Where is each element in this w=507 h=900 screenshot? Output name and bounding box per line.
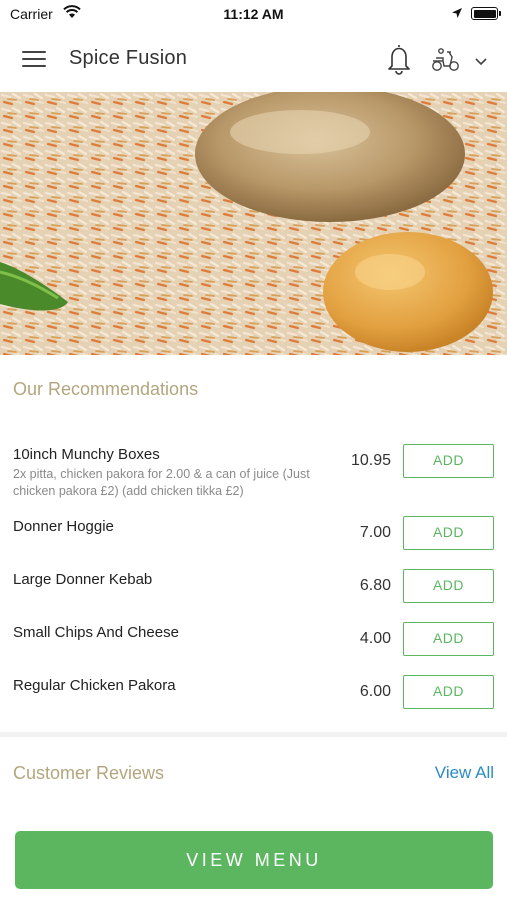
section-divider [0, 732, 507, 737]
delivery-scooter-icon [432, 48, 459, 71]
clock-time: 11:12 AM [223, 6, 284, 22]
status-bar: Carrier 11:12 AM [0, 0, 507, 28]
reviews-heading: Customer Reviews [13, 763, 165, 783]
battery-icon [471, 7, 501, 20]
menu-item-name: 10inch Munchy Boxes [13, 446, 160, 463]
menu-item-name: Small Chips And Cheese [13, 624, 179, 641]
menu-item-price: 6.80 [359, 577, 391, 594]
bell-icon[interactable] [384, 42, 414, 76]
menu-item-name: Donner Hoggie [13, 518, 114, 535]
add-to-cart-button[interactable]: ADD [403, 675, 494, 709]
add-to-cart-button[interactable]: ADD [403, 569, 494, 603]
add-to-cart-button[interactable]: ADD [403, 444, 494, 478]
chevron-down-icon [475, 58, 487, 66]
menu-item-price: 7.00 [359, 524, 391, 541]
recommendations-heading: Our Recommendations [13, 379, 199, 399]
hero-food-image [0, 92, 507, 355]
menu-icon[interactable] [22, 50, 48, 70]
location-arrow-icon [451, 6, 463, 22]
add-to-cart-button[interactable]: ADD [403, 516, 494, 550]
menu-item-price: 4.00 [359, 630, 391, 647]
restaurant-title: Spice Fusion [69, 47, 188, 69]
menu-item-price: 10.95 [350, 452, 391, 469]
view-all-reviews-link[interactable]: View All [435, 763, 494, 783]
delivery-mode-selector[interactable] [430, 46, 490, 74]
menu-item-name: Regular Chicken Pakora [13, 677, 176, 694]
app-header: Spice Fusion [0, 28, 507, 92]
view-menu-button[interactable]: VIEW MENU [15, 831, 493, 889]
add-to-cart-button[interactable]: ADD [403, 622, 494, 656]
menu-item-name: Large Donner Kebab [13, 571, 153, 588]
menu-item-price: 6.00 [359, 683, 391, 700]
menu-item-description: 2x pitta, chicken pakora for 2.00 & a ca… [13, 467, 310, 498]
